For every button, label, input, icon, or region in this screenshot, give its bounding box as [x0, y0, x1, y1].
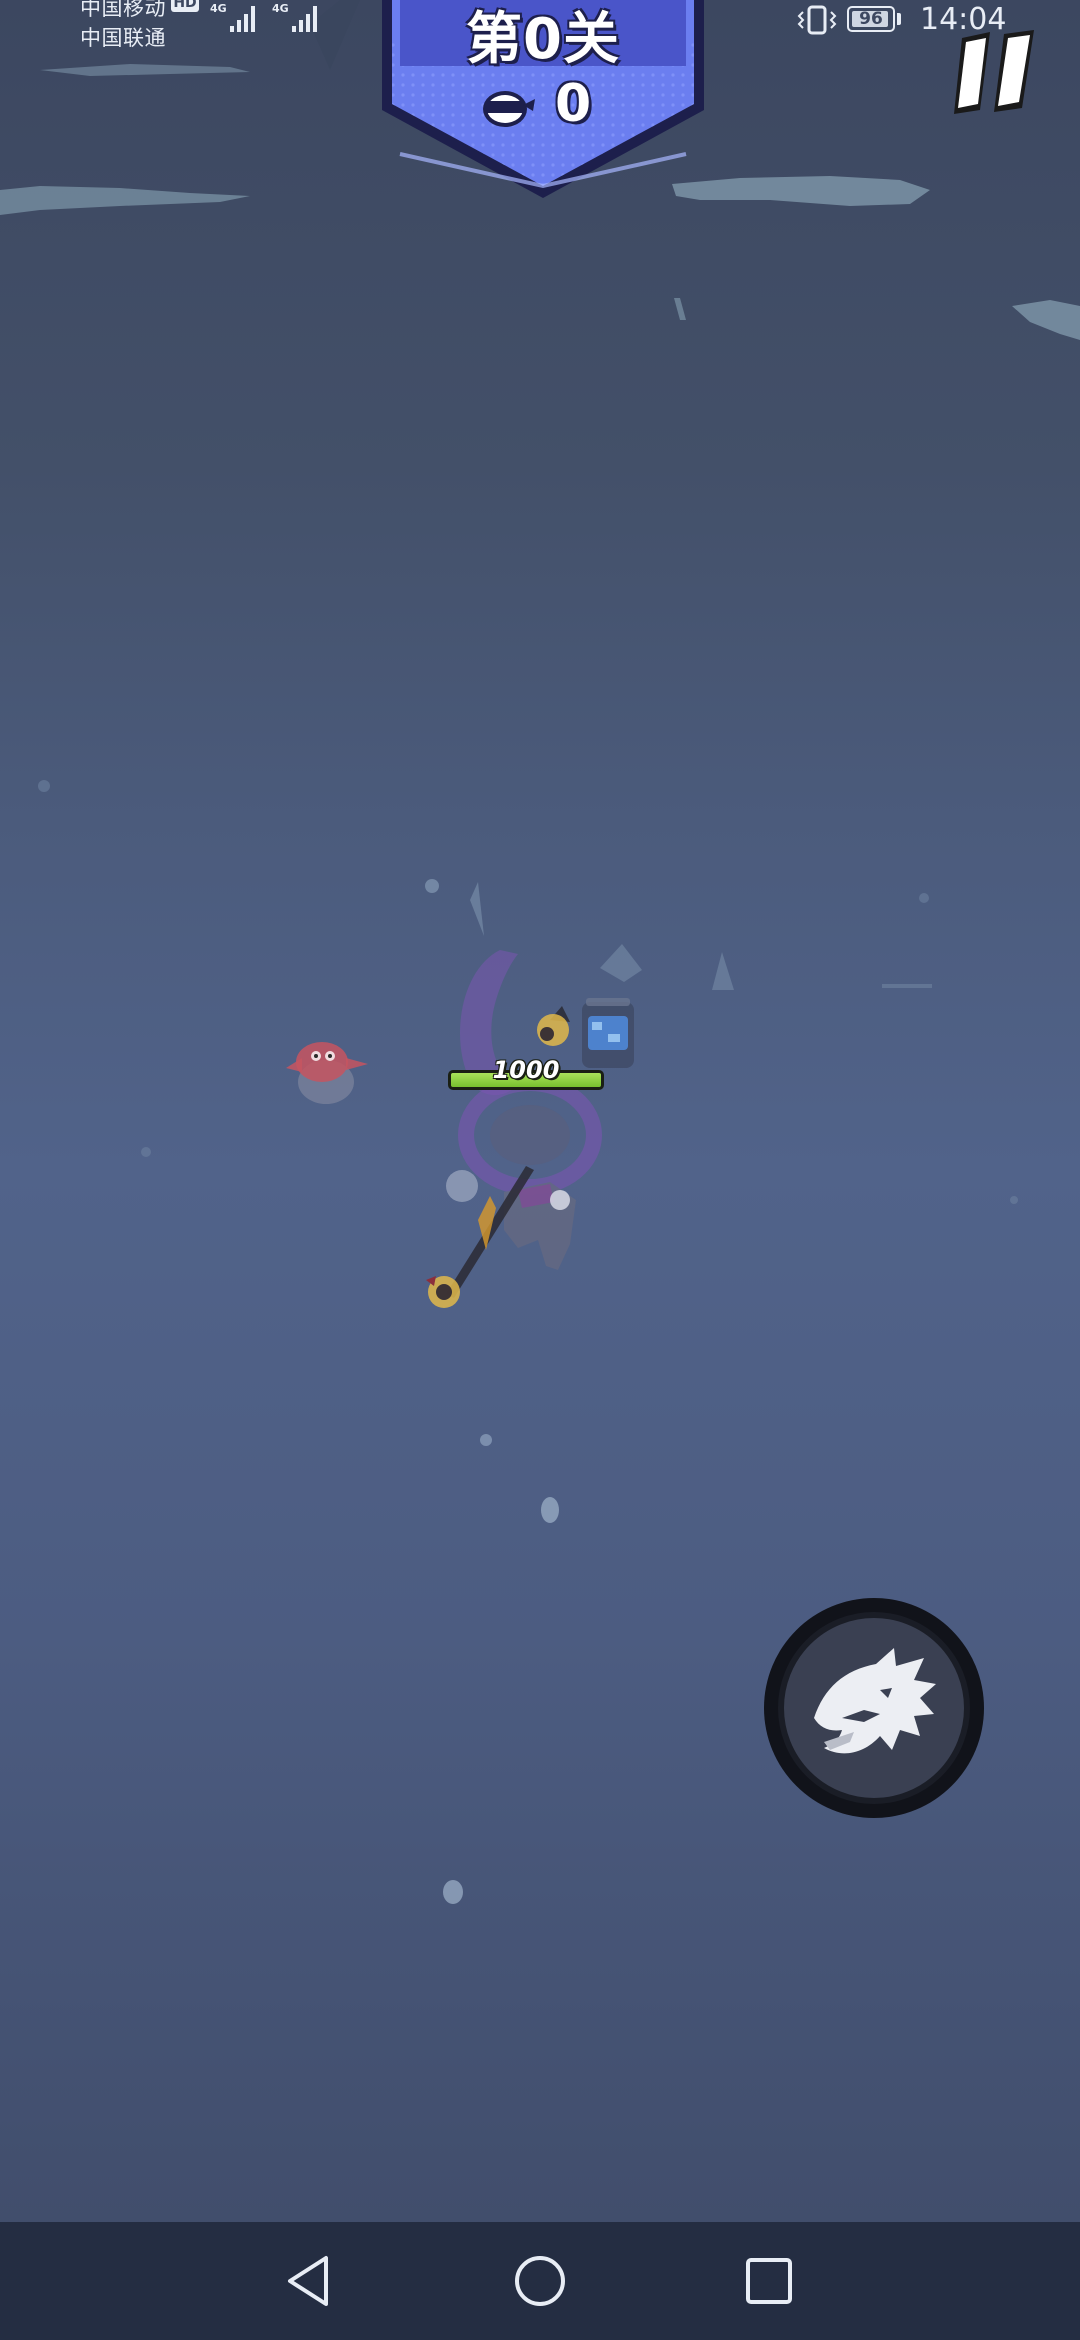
network-1-label: 4G	[210, 2, 227, 15]
vibrate-icon	[797, 5, 837, 35]
battery-tip	[897, 13, 901, 25]
ninja-kill-icon	[483, 91, 535, 127]
navigation-bar	[0, 2222, 1080, 2340]
player-character	[426, 950, 602, 1308]
red-blob-enemy[interactable]	[276, 1024, 376, 1114]
dragon-head-icon	[814, 1648, 936, 1754]
carrier-1-label: 中国移动	[80, 0, 166, 20]
network-2-label: 4G	[272, 2, 289, 15]
carrier-2-label: 中国联通	[80, 26, 166, 50]
back-triangle-icon[interactable]	[272, 2244, 346, 2318]
game-field[interactable]: 1000	[0, 0, 1080, 2222]
level-title: 第0关	[466, 7, 620, 72]
battery-icon: 96	[847, 6, 895, 32]
kill-count: 0	[555, 74, 592, 134]
player-health-value: 1000	[492, 1056, 560, 1084]
battery-percent: 96	[859, 9, 883, 29]
recent-square-icon[interactable]	[732, 2244, 806, 2318]
skill-button-face	[778, 1612, 970, 1804]
home-circle-icon[interactable]	[503, 2244, 577, 2318]
pause-button[interactable]	[950, 22, 1046, 118]
dragon-skill-button[interactable]	[764, 1598, 984, 1818]
hd-badge: HD	[171, 0, 199, 12]
